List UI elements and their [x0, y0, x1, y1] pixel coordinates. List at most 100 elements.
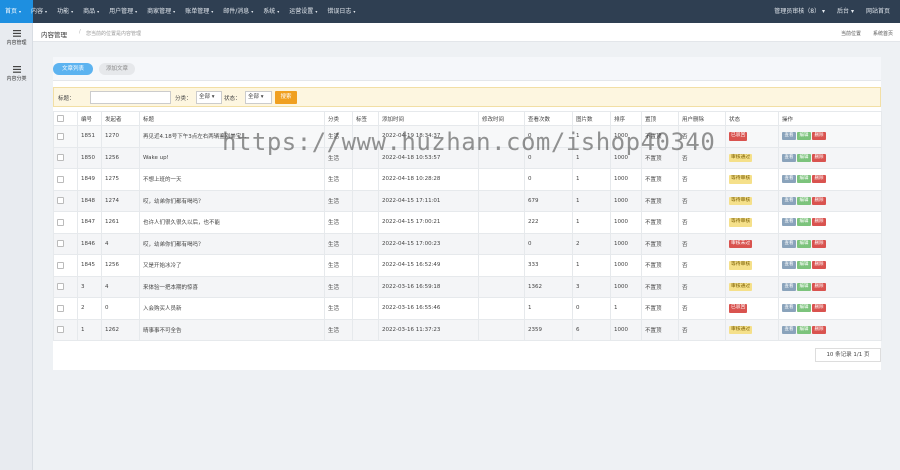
delete-button[interactable]: 删除 [812, 239, 826, 248]
select-all-checkbox[interactable] [57, 115, 64, 122]
top-nav-item[interactable]: 商家管理 ▾ [142, 0, 180, 23]
status-badge[interactable]: 审核未过 [729, 239, 753, 248]
status-badge[interactable]: 等待审核 [729, 261, 753, 270]
edit-button[interactable]: 编辑 [797, 261, 811, 270]
cell-deleted: 否 [678, 168, 726, 191]
tab-add-article[interactable]: 添加文章 [99, 63, 135, 75]
top-nav-item-label: 商品 [83, 8, 96, 15]
title-search-input[interactable] [90, 91, 171, 104]
sidebar-item-content-category[interactable]: 内容分类 [0, 66, 33, 82]
select-all-header[interactable] [53, 111, 78, 126]
cell-title[interactable]: 哎，幼弟你们都有喝吗？ [139, 189, 325, 212]
top-nav-item[interactable]: 运营设置 ▾ [284, 0, 322, 23]
status-badge[interactable]: 等待审核 [729, 196, 753, 205]
row-checkbox[interactable] [57, 154, 64, 162]
tab-bar: 文章列表 添加文章 [53, 57, 881, 81]
top-right-item[interactable]: 网站首页 [860, 0, 896, 23]
delete-button[interactable]: 删除 [812, 261, 826, 270]
caret-down-icon: ▾ [19, 9, 22, 14]
cell-author: 1256 [101, 254, 140, 277]
delete-button[interactable]: 删除 [812, 175, 826, 184]
category-select[interactable]: 全部 ▾ [196, 91, 222, 104]
edit-button[interactable]: 编辑 [797, 175, 811, 184]
delete-button[interactable]: 删除 [812, 153, 826, 162]
row-checkbox[interactable] [57, 283, 64, 291]
status-badge[interactable]: 审核通过 [729, 153, 753, 162]
view-button[interactable]: 查看 [782, 304, 796, 313]
view-button[interactable]: 查看 [782, 261, 796, 270]
status-badge[interactable]: 等待审核 [729, 175, 753, 184]
row-checkbox[interactable] [57, 261, 64, 269]
edit-button[interactable]: 编辑 [797, 282, 811, 291]
cell-title[interactable]: 来体验一把本期的惊喜 [139, 275, 325, 298]
top-nav-item[interactable]: 内容 ▾ [26, 0, 52, 23]
cell-title[interactable]: 入会购买人员新 [139, 297, 325, 320]
cell-title[interactable]: 又是开始冰冷了 [139, 254, 325, 277]
tab-article-list[interactable]: 文章列表 [53, 63, 93, 75]
top-nav-item[interactable]: 系统 ▾ [258, 0, 284, 23]
status-badge[interactable]: 已驳回 [729, 132, 748, 141]
status-badge[interactable]: 审核通过 [729, 282, 753, 291]
cell-title[interactable]: 哎，幼弟你们都有喝吗？ [139, 232, 325, 255]
view-button[interactable]: 查看 [782, 132, 796, 141]
top-nav-item[interactable]: 商品 ▾ [78, 0, 104, 23]
edit-button[interactable]: 编辑 [797, 132, 811, 141]
caret-down-icon: ▾ [135, 9, 138, 14]
row-checkbox[interactable] [57, 218, 64, 226]
delete-button[interactable]: 删除 [812, 218, 826, 227]
status-badge[interactable]: 已驳回 [729, 304, 748, 313]
delete-button[interactable]: 删除 [812, 282, 826, 291]
cell-title[interactable]: 晴事事不可全告 [139, 318, 325, 341]
top-right-item[interactable]: 管理员审核（8） ▾ [768, 0, 831, 23]
breadcrumb-home-link[interactable]: 系统首页 [873, 30, 893, 37]
column-header: 状态 [725, 111, 779, 126]
row-checkbox[interactable] [57, 304, 64, 312]
view-button[interactable]: 查看 [782, 153, 796, 162]
delete-button[interactable]: 删除 [812, 325, 826, 334]
edit-button[interactable]: 编辑 [797, 325, 811, 334]
top-nav-item[interactable]: 用户管理 ▾ [104, 0, 142, 23]
cell-tag [352, 318, 379, 341]
edit-button[interactable]: 编辑 [797, 304, 811, 313]
cell-title[interactable]: 不想上班的一天 [139, 168, 325, 191]
view-button[interactable]: 查看 [782, 175, 796, 184]
status-select[interactable]: 全部 ▾ [245, 91, 272, 104]
top-nav-item[interactable]: 错误日志 ▾ [322, 0, 360, 23]
caret-down-icon: ▾ [820, 8, 826, 15]
column-header: 添加时间 [378, 111, 479, 126]
row-checkbox[interactable] [57, 240, 64, 248]
top-right-item[interactable]: 后台 ▾ [831, 0, 860, 23]
search-button[interactable]: 搜索 [275, 91, 297, 104]
breadcrumb-subtitle: 您当前的位置是内容管理 [86, 30, 142, 37]
view-button[interactable]: 查看 [782, 239, 796, 248]
row-checkbox[interactable] [57, 175, 64, 183]
edit-button[interactable]: 编辑 [797, 196, 811, 205]
view-button[interactable]: 查看 [782, 218, 796, 227]
status-cell: 等待审核 [725, 211, 779, 234]
view-button[interactable]: 查看 [782, 282, 796, 291]
edit-button[interactable]: 编辑 [797, 218, 811, 227]
top-nav-item[interactable]: 首页 ▾ [0, 0, 27, 23]
status-badge[interactable]: 等待审核 [729, 218, 753, 227]
edit-button[interactable]: 编辑 [797, 153, 811, 162]
top-nav-item[interactable]: 账单管理 ▾ [180, 0, 218, 23]
top-nav-item[interactable]: 功能 ▾ [52, 0, 78, 23]
edit-button[interactable]: 编辑 [797, 239, 811, 248]
actions-cell: 查看 编辑 删除 [778, 318, 882, 341]
cell-sort: 1000 [610, 211, 642, 234]
row-checkbox[interactable] [57, 326, 64, 334]
breadcrumb-current-location-link[interactable]: 当前位置 [841, 30, 861, 37]
view-button[interactable]: 查看 [782, 196, 796, 205]
delete-button[interactable]: 删除 [812, 196, 826, 205]
column-header: 置顶 [641, 111, 679, 126]
top-nav-item[interactable]: 邮件/消息 ▾ [218, 0, 258, 23]
delete-button[interactable]: 删除 [812, 304, 826, 313]
status-badge[interactable]: 审核通过 [729, 325, 753, 334]
caret-down-icon: ▾ [353, 9, 356, 14]
row-checkbox[interactable] [57, 197, 64, 205]
sidebar-item-content-manage[interactable]: 内容管理 [0, 30, 33, 46]
row-checkbox[interactable] [57, 132, 64, 140]
cell-title[interactable]: 也许人们很久很久以后，也不能 [139, 211, 325, 234]
view-button[interactable]: 查看 [782, 325, 796, 334]
delete-button[interactable]: 删除 [812, 132, 826, 141]
